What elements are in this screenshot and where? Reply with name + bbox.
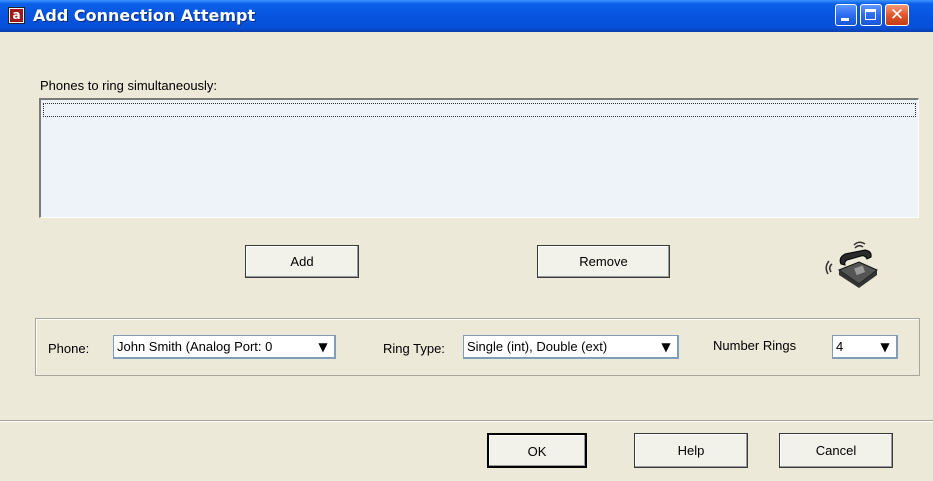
ring-type-select[interactable]: Single (int), Double (ext) ▼ xyxy=(463,335,679,359)
app-icon[interactable]: a xyxy=(8,7,25,24)
phone-select[interactable]: John Smith (Analog Port: 0 ▼ xyxy=(113,335,336,359)
phones-list-label: Phones to ring simultaneously: xyxy=(40,78,218,93)
ok-button[interactable]: OK xyxy=(487,433,587,468)
chevron-down-icon[interactable]: ▼ xyxy=(315,339,331,355)
maximize-button[interactable] xyxy=(860,4,882,26)
telephone-icon xyxy=(825,241,878,288)
remove-button[interactable]: Remove xyxy=(537,245,670,278)
number-rings-label: Number Rings xyxy=(713,338,797,353)
cancel-button[interactable]: Cancel xyxy=(779,433,893,468)
close-icon: ✕ xyxy=(889,5,905,25)
phone-select-value: John Smith (Analog Port: 0 xyxy=(117,339,273,354)
number-rings-select-value: 4 xyxy=(836,339,844,354)
help-button[interactable]: Help xyxy=(634,433,748,468)
minimize-button[interactable] xyxy=(835,4,857,26)
app-icon-letter: a xyxy=(10,9,23,22)
window-title: Add Connection Attempt xyxy=(33,6,256,25)
chevron-down-icon[interactable]: ▼ xyxy=(877,339,893,355)
divider xyxy=(0,420,933,422)
title-bar[interactable]: a Add Connection Attempt ✕ xyxy=(0,0,933,32)
list-focus-row[interactable] xyxy=(43,103,916,117)
number-rings-select[interactable]: 4 ▼ xyxy=(832,335,898,359)
maximize-icon xyxy=(865,9,876,20)
ring-type-label: Ring Type: xyxy=(383,341,445,356)
phones-list[interactable] xyxy=(39,98,919,218)
close-button[interactable]: ✕ xyxy=(885,4,909,26)
ring-type-select-value: Single (int), Double (ext) xyxy=(467,339,608,354)
chevron-down-icon[interactable]: ▼ xyxy=(658,339,674,355)
minimize-icon xyxy=(841,18,849,21)
add-button[interactable]: Add xyxy=(245,245,359,278)
phone-label: Phone: xyxy=(48,341,90,356)
